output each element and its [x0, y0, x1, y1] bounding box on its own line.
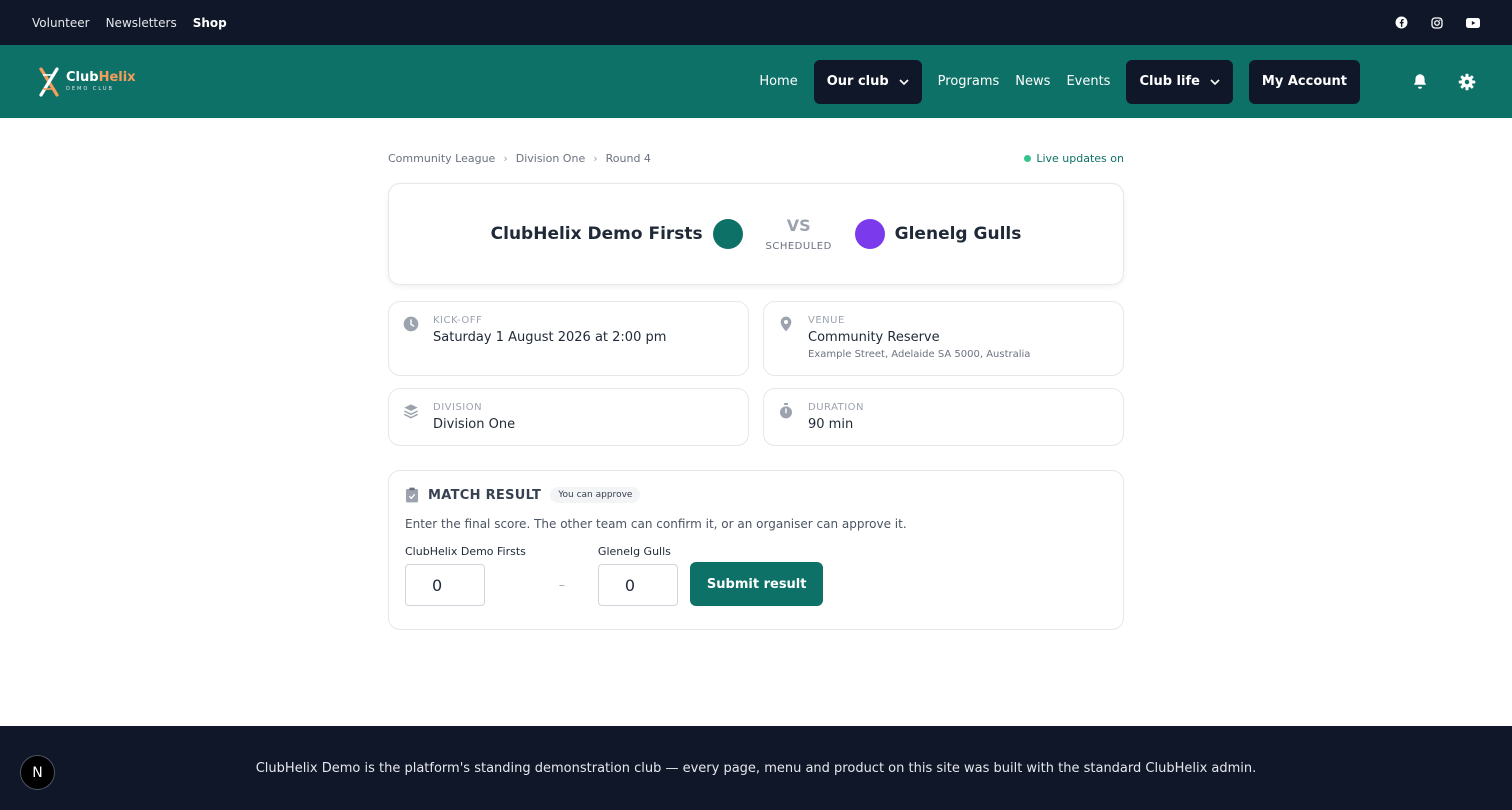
kickoff-card: KICK-OFF Saturday 1 August 2026 at 2:00 …: [388, 301, 749, 376]
breadcrumb-row: Community League › Division One › Round …: [388, 152, 1124, 165]
match-result-description: Enter the final score. The other team ca…: [405, 517, 907, 531]
home-score-input[interactable]: 0: [405, 564, 485, 606]
nav-actions: [1412, 73, 1476, 91]
newsletters-link[interactable]: Newsletters: [106, 16, 177, 30]
duration-value: 90 min: [808, 417, 854, 432]
logo-text: ClubHelix DEMO CLUB: [66, 71, 136, 92]
bell-icon[interactable]: [1412, 73, 1428, 90]
live-updates-indicator: Live updates on: [1024, 152, 1124, 165]
utility-links: Volunteer Newsletters Shop: [32, 16, 227, 30]
nav-events[interactable]: Events: [1058, 74, 1118, 89]
youtube-icon[interactable]: [1466, 16, 1480, 30]
top-utility-bar: Volunteer Newsletters Shop: [0, 0, 1512, 45]
nav-club-life-label: Club life: [1139, 74, 1200, 89]
shop-link[interactable]: Shop: [193, 16, 227, 30]
nav-programs[interactable]: Programs: [930, 74, 1008, 89]
footer-text: ClubHelix Demo is the platform's standin…: [255, 760, 1257, 776]
clipboard-check-icon: [406, 487, 418, 503]
match-result-title: MATCH RESULT: [428, 487, 542, 503]
logo-tagline: DEMO CLUB: [66, 86, 114, 92]
logo-name-part2: Helix: [98, 70, 136, 85]
match-header-card: ClubHelix Demo Firsts VS SCHEDULED Glene…: [388, 183, 1124, 285]
main-navbar: ClubHelix DEMO CLUB Home Our club Progra…: [0, 45, 1512, 118]
dev-tools-badge[interactable]: N: [20, 755, 55, 790]
layers-icon: [404, 404, 418, 419]
nav-club-life[interactable]: Club life: [1126, 59, 1233, 104]
approve-badge: You can approve: [550, 487, 641, 503]
kickoff-label: KICK-OFF: [433, 315, 483, 326]
home-team-name: ClubHelix Demo Firsts: [490, 224, 703, 244]
score-separator: –: [558, 578, 565, 592]
breadcrumb: Community League › Division One › Round …: [388, 152, 651, 165]
home-team: ClubHelix Demo Firsts: [491, 219, 743, 249]
match-result-header: MATCH RESULT You can approve: [405, 487, 1107, 503]
nav-home[interactable]: Home: [751, 74, 805, 89]
club-logo[interactable]: ClubHelix DEMO CLUB: [38, 66, 136, 97]
home-team-crest: [712, 219, 743, 249]
home-score-field: ClubHelix Demo Firsts 0: [405, 545, 526, 606]
vs-label: VS: [786, 216, 811, 235]
division-label: DIVISION: [433, 402, 483, 413]
live-updates-label: Live updates on: [1036, 152, 1124, 165]
duration-card: DURATION 90 min: [763, 388, 1124, 446]
breadcrumb-separator: ›: [503, 152, 508, 165]
nav-news[interactable]: News: [1007, 74, 1058, 89]
kickoff-value: Saturday 1 August 2026 at 2:00 pm: [433, 330, 667, 345]
volunteer-link[interactable]: Volunteer: [32, 16, 90, 30]
live-dot-icon: [1024, 155, 1032, 162]
breadcrumb-round: Round 4: [605, 152, 651, 165]
away-team-crest: [854, 219, 885, 249]
stopwatch-icon: [780, 403, 792, 419]
instagram-icon[interactable]: [1430, 16, 1444, 30]
primary-nav: Home Our club Programs News Events Club …: [751, 59, 1476, 104]
logo-name-part1: Club: [66, 70, 99, 85]
match-result-card: MATCH RESULT You can approve Enter the f…: [388, 470, 1124, 630]
clock-icon: [403, 316, 419, 332]
map-pin-icon: [780, 316, 792, 332]
my-account-label: My Account: [1261, 74, 1347, 89]
venue-card: VENUE Community Reserve Example Street, …: [763, 301, 1124, 376]
away-score-field: Glenelg Gulls 0: [597, 545, 678, 606]
away-team-name: Glenelg Gulls: [894, 224, 1022, 244]
chevron-down-icon: [899, 78, 909, 85]
division-card: DIVISION Division One: [388, 388, 749, 446]
score-entry-row: ClubHelix Demo Firsts 0 – Glenelg Gulls …: [405, 545, 1107, 606]
chevron-down-icon: [1210, 78, 1220, 85]
division-value: Division One: [433, 417, 516, 432]
helix-logo-icon: [39, 66, 59, 97]
venue-label: VENUE: [808, 315, 845, 326]
nav-our-club[interactable]: Our club: [813, 59, 922, 104]
gear-icon[interactable]: [1458, 73, 1476, 91]
away-score-label: Glenelg Gulls: [597, 545, 671, 558]
venue-value: Community Reserve: [808, 330, 940, 345]
site-footer: ClubHelix Demo is the platform's standin…: [0, 726, 1512, 810]
home-score-label: ClubHelix Demo Firsts: [405, 545, 526, 558]
match-status: SCHEDULED: [765, 241, 832, 252]
nav-our-club-label: Our club: [826, 74, 889, 89]
breadcrumb-separator: ›: [593, 152, 598, 165]
breadcrumb-division[interactable]: Division One: [516, 152, 585, 165]
facebook-icon[interactable]: [1394, 16, 1408, 30]
away-score-input[interactable]: 0: [597, 564, 678, 606]
duration-label: DURATION: [808, 402, 865, 413]
breadcrumb-league[interactable]: Community League: [388, 152, 495, 165]
logo-name: ClubHelix: [66, 71, 136, 84]
social-links: [1394, 16, 1480, 30]
venue-address: Example Street, Adelaide SA 5000, Austra…: [808, 349, 1031, 360]
away-team: Glenelg Gulls: [854, 219, 1022, 249]
submit-result-button[interactable]: Submit result: [689, 562, 824, 606]
my-account-button[interactable]: My Account: [1248, 59, 1360, 104]
match-vs: VS SCHEDULED: [747, 216, 851, 252]
